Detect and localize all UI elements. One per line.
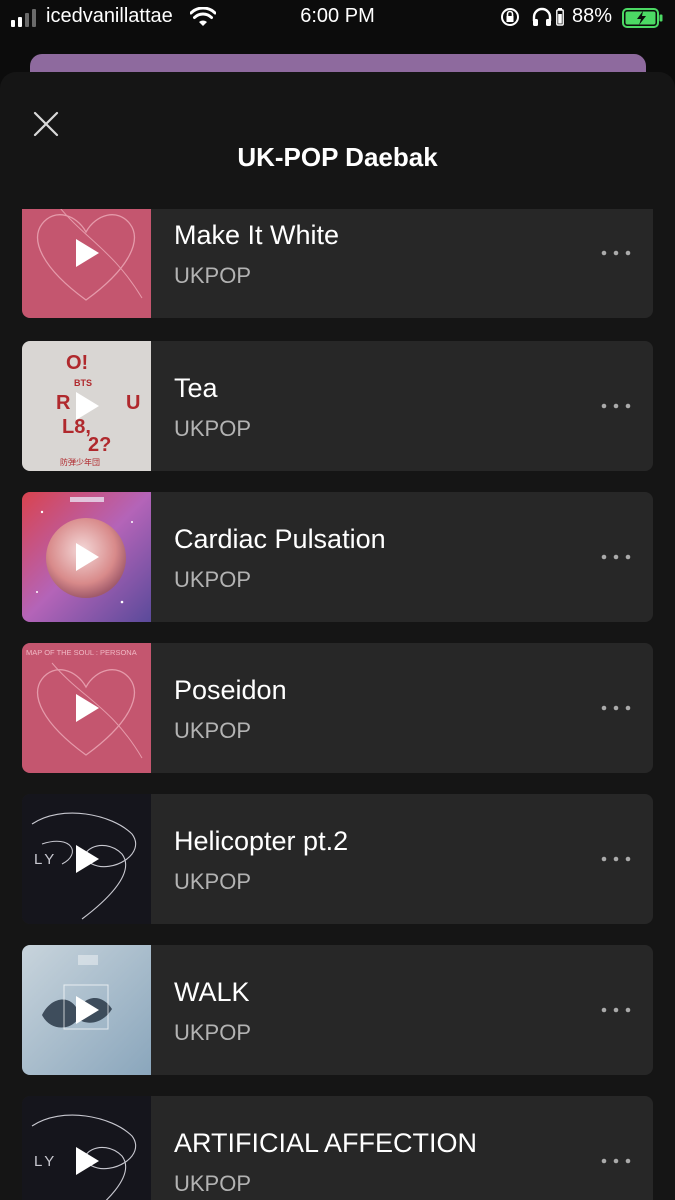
more-options-icon[interactable]	[596, 243, 636, 263]
album-art[interactable]	[22, 492, 151, 622]
headphones-icon	[532, 7, 552, 26]
album-art[interactable]: MAP OF THE SOUL : PERSONA	[22, 643, 151, 773]
art-text: LY	[34, 851, 57, 868]
track-list[interactable]: Make It White UKPOP O! BTS R U L8, 2? 防弾…	[0, 209, 675, 1200]
art-text: MAP OF THE SOUL : PERSONA	[26, 648, 137, 657]
album-art[interactable]: O! BTS R U L8, 2? 防弾少年団	[22, 341, 151, 471]
track-item[interactable]: MAP OF THE SOUL : PERSONA Poseidon UKPOP	[22, 643, 653, 773]
art-text: O!	[66, 352, 88, 374]
track-title: Tea	[174, 373, 218, 403]
more-options-icon[interactable]	[596, 396, 636, 416]
track-title: Cardiac Pulsation	[174, 524, 386, 554]
more-options-icon[interactable]	[596, 547, 636, 567]
track-title: WALK	[174, 977, 250, 1007]
art-text: U	[126, 392, 140, 414]
track-artist: UKPOP	[174, 718, 252, 743]
play-icon[interactable]	[74, 1146, 100, 1176]
track-title: Helicopter pt.2	[174, 826, 349, 856]
playlist-title: UK-POP Daebak	[237, 142, 438, 172]
track-title: ARTIFICIAL AFFECTION	[174, 1128, 478, 1158]
more-options-icon[interactable]	[596, 849, 636, 869]
headphones-battery-icon	[556, 8, 564, 26]
orientation-lock-icon	[501, 8, 519, 26]
art-text: 2?	[88, 434, 111, 456]
track-artist: UKPOP	[174, 567, 252, 592]
battery-percent: 88%	[572, 5, 613, 27]
battery-icon	[622, 8, 663, 28]
track-item[interactable]: LY ARTIFICIAL AFFECTION UKPOP	[22, 1096, 653, 1200]
track-item[interactable]: LY Helicopter pt.2 UKPOP	[22, 794, 653, 924]
art-text: BTS	[74, 378, 92, 388]
play-icon[interactable]	[74, 844, 100, 874]
track-artist: UKPOP	[174, 1020, 252, 1045]
track-item[interactable]: Cardiac Pulsation UKPOP	[22, 492, 653, 622]
playlist-sheet: UK-POP Daebak Make It White UKPOP O! BTS…	[0, 72, 675, 1200]
album-art[interactable]	[22, 945, 151, 1075]
art-text: 防弾少年団	[60, 457, 100, 467]
play-icon[interactable]	[74, 995, 100, 1025]
track-artist: UKPOP	[174, 869, 252, 894]
album-art[interactable]	[22, 209, 151, 318]
more-options-icon[interactable]	[596, 1151, 636, 1171]
more-options-icon[interactable]	[596, 1000, 636, 1020]
play-icon[interactable]	[74, 693, 100, 723]
play-icon[interactable]	[74, 542, 100, 572]
close-icon[interactable]	[30, 108, 62, 140]
play-icon[interactable]	[74, 391, 100, 421]
track-item[interactable]: O! BTS R U L8, 2? 防弾少年団 Tea UKPOP	[22, 341, 653, 471]
track-title: Make It White	[174, 220, 340, 250]
track-artist: UKPOP	[174, 416, 252, 441]
art-text: LY	[34, 1153, 57, 1170]
track-item[interactable]: WALK UKPOP	[22, 945, 653, 1075]
track-item[interactable]: Make It White UKPOP	[22, 209, 653, 318]
track-artist: UKPOP	[174, 1171, 252, 1196]
more-options-icon[interactable]	[596, 698, 636, 718]
track-title: Poseidon	[174, 675, 287, 705]
art-text: R	[56, 392, 71, 414]
track-artist: UKPOP	[174, 263, 252, 288]
status-bar: icedvanillattae 6:00 PM 88%	[0, 0, 675, 38]
play-icon[interactable]	[74, 238, 100, 268]
album-art[interactable]: LY	[22, 794, 151, 924]
album-art[interactable]: LY	[22, 1096, 151, 1200]
